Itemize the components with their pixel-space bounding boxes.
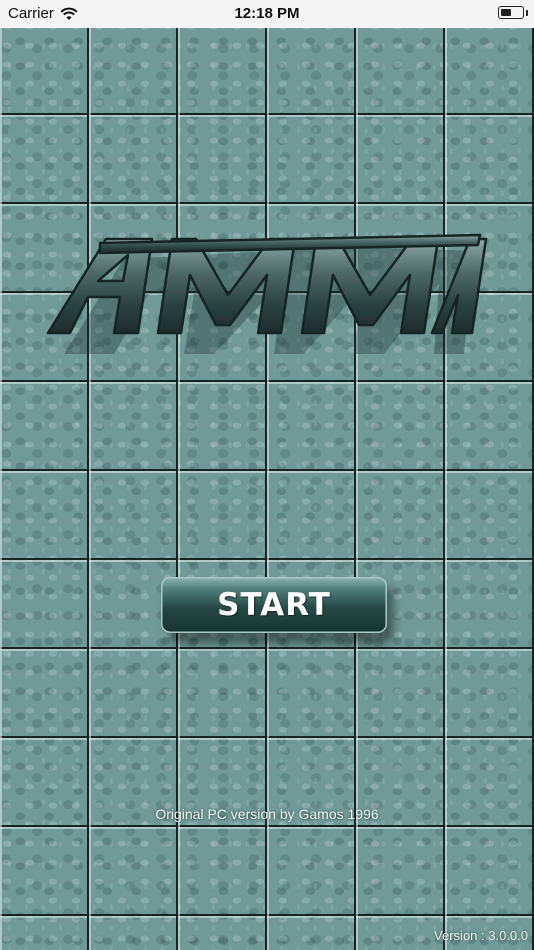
- start-button[interactable]: START: [161, 577, 387, 633]
- game-screen: Carrier 12:18 PM START Original PC versi…: [0, 0, 534, 950]
- battery-tip: [526, 10, 528, 16]
- battery-icon: [498, 6, 524, 19]
- status-time: 12:18 PM: [234, 5, 300, 22]
- game-logo: [46, 233, 488, 354]
- battery-fill: [500, 8, 511, 16]
- status-bar: Carrier 12:18 PM: [0, 0, 534, 28]
- credit-text: Original PC version by Gamos 1996: [155, 806, 379, 822]
- version-text: Version : 3.0.0.0: [434, 928, 528, 943]
